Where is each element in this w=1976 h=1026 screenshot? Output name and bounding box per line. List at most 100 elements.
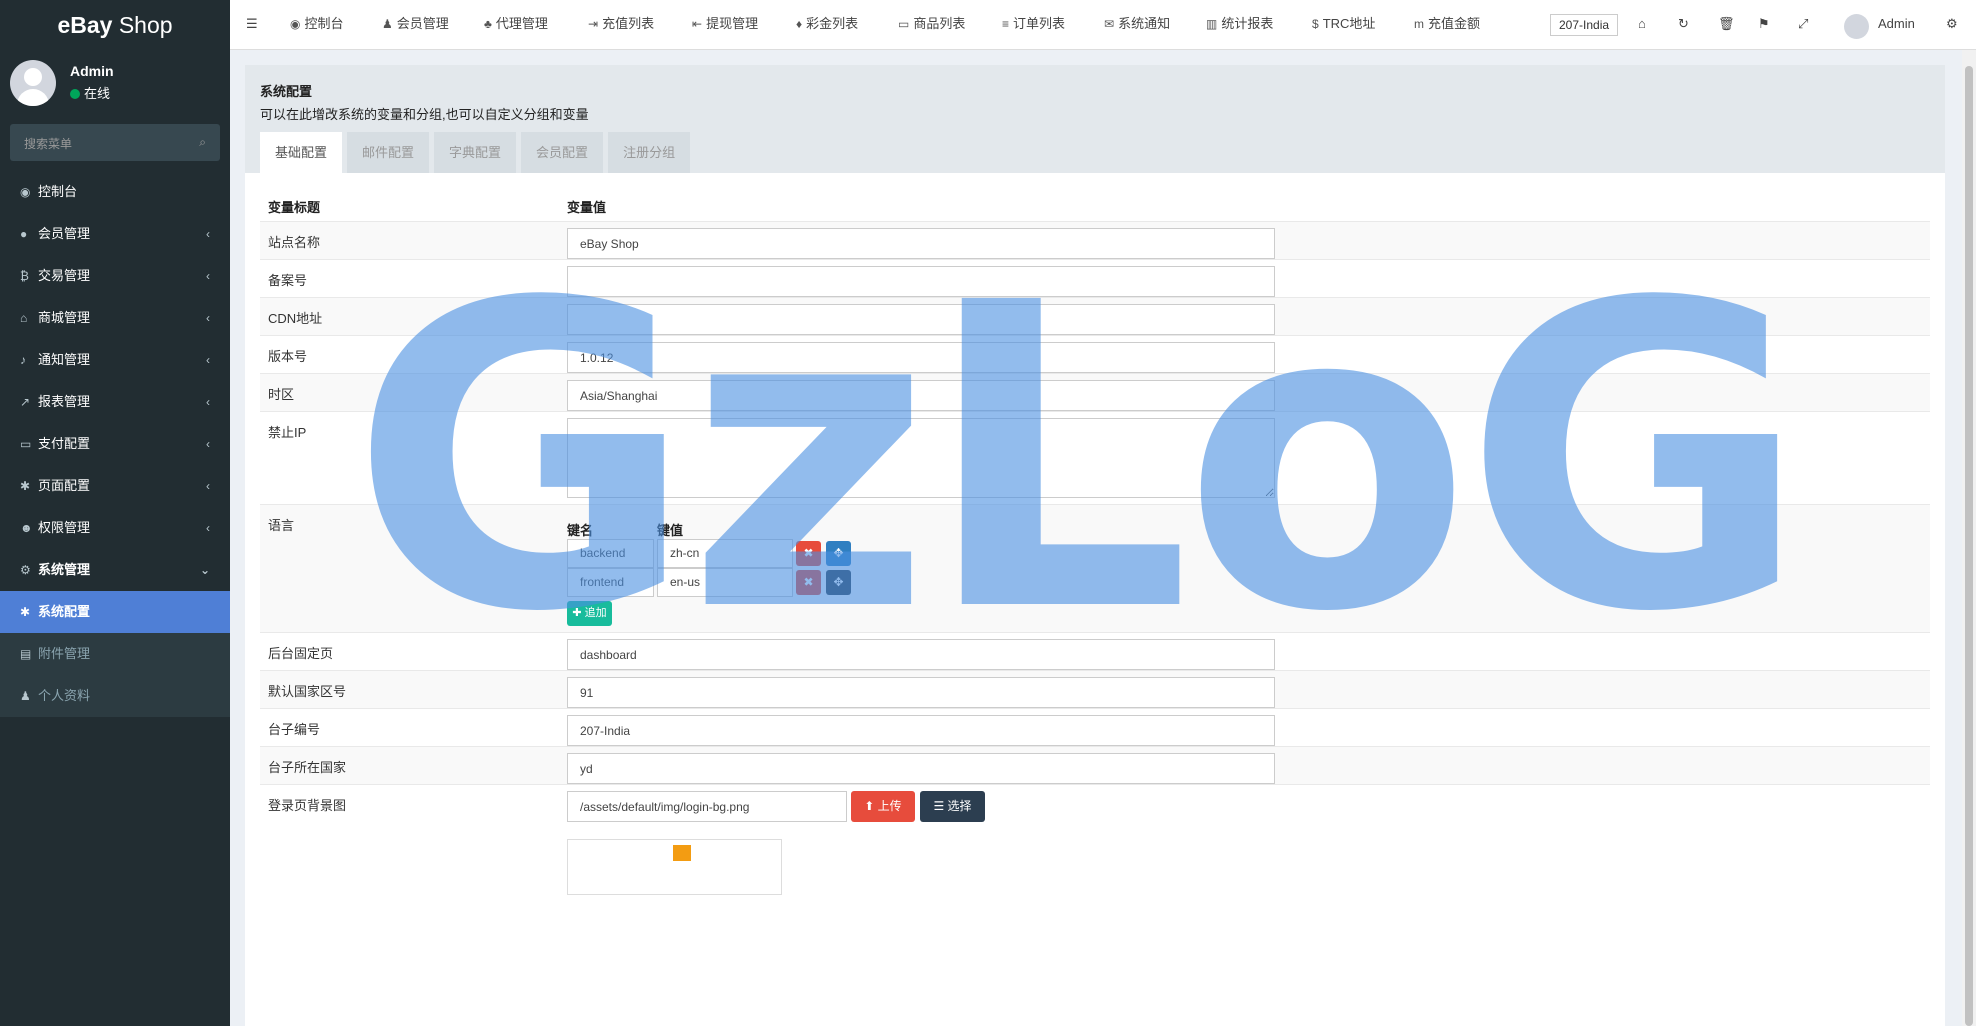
tab-dictionary[interactable]: 字典配置 — [434, 132, 517, 173]
topnav-trc[interactable]: $ TRC地址 — [1312, 0, 1375, 50]
search-icon[interactable]: ⌕ — [199, 135, 206, 150]
timezone-input[interactable] — [567, 380, 1275, 411]
sidebar-item-mall[interactable]: ⌂ 商城管理 ‹ — [0, 297, 230, 339]
sidebar-search-input[interactable]: 搜索菜单 ⌕ — [10, 124, 220, 161]
user-icon: ♟ — [20, 689, 31, 703]
table-row: 语言 键名 键值 ✖ ✥ ✖ ✥ ✚ 追加 — [260, 504, 1930, 632]
desktop-icon: ▭ — [898, 17, 910, 31]
tab-basic[interactable]: 基础配置 — [260, 132, 343, 173]
append-button[interactable]: ✚ 追加 — [567, 601, 612, 626]
table-row: 禁止IP — [260, 411, 1930, 504]
home-icon: ⌂ — [20, 311, 28, 325]
avatar — [10, 60, 56, 106]
table-header: 变量标题 变量值 — [260, 183, 1930, 221]
fixed-page-input[interactable] — [567, 639, 1275, 670]
user-icon: ♟ — [382, 17, 393, 31]
menu-toggle-icon[interactable]: ☰ — [246, 0, 258, 50]
fullscreen-icon[interactable]: ⤢ — [1798, 0, 1808, 50]
table-row: 台子编号 — [260, 708, 1930, 746]
language-icon[interactable]: ⚑ — [1758, 0, 1770, 50]
table-row: 后台固定页 — [260, 632, 1930, 670]
table-row: 版本号 — [260, 335, 1930, 373]
topnav-products[interactable]: ▭ 商品列表 — [898, 0, 965, 50]
config-tabs: 基础配置 邮件配置 字典配置 会员配置 注册分组 — [260, 132, 695, 173]
sidebar-item-notify[interactable]: ♪ 通知管理 ‹ — [0, 339, 230, 381]
tab-register-group[interactable]: 注册分组 — [608, 132, 691, 173]
column-title: 变量标题 — [268, 200, 321, 215]
tab-email[interactable]: 邮件配置 — [347, 132, 430, 173]
site-name-input[interactable] — [567, 228, 1275, 259]
remove-row-button[interactable]: ✖ — [796, 541, 821, 566]
topnav-stats[interactable]: ▥ 统计报表 — [1206, 0, 1273, 50]
table-row: 默认国家区号 — [260, 670, 1930, 708]
topnav-bonus[interactable]: ♦ 彩金列表 — [796, 0, 858, 50]
tab-member[interactable]: 会员配置 — [521, 132, 604, 173]
upload-button[interactable]: ⬆ 上传 — [851, 791, 915, 822]
topnav-agents[interactable]: ♣ 代理管理 — [484, 0, 548, 50]
topnav-dashboard[interactable]: ◉ 控制台 — [290, 0, 344, 50]
sidebar-item-profile[interactable]: ♟ 个人资料 — [0, 675, 230, 717]
sidebar-item-system[interactable]: ⚙ 系统管理 ⌄ — [0, 549, 230, 591]
top-user-name[interactable]: Admin — [1878, 0, 1915, 50]
dashboard-icon: ◉ — [290, 17, 301, 31]
refresh-icon[interactable]: ↻ — [1678, 0, 1689, 50]
topnav-members[interactable]: ♟ 会员管理 — [382, 0, 449, 50]
table-row: 台子所在国家 — [260, 746, 1930, 784]
sidebar-item-trades[interactable]: ₿ 交易管理 ‹ — [0, 255, 230, 297]
table-row: 时区 — [260, 373, 1930, 411]
line-chart-icon: ↗ — [20, 395, 31, 409]
gear-icon: ✱ — [20, 479, 31, 493]
sidebar-item-members[interactable]: ● 会员管理 ‹ — [0, 213, 230, 255]
topnav-amounts[interactable]: m 充值金额 — [1414, 0, 1480, 50]
lang-key-input[interactable] — [567, 539, 654, 568]
chevron-left-icon: ‹ — [206, 353, 210, 367]
site-tag[interactable]: 207-India — [1550, 14, 1619, 36]
scrollbar-thumb[interactable] — [1965, 66, 1973, 1026]
lang-key-input[interactable] — [567, 568, 654, 597]
sidebar-item-reports[interactable]: ↗ 报表管理 ‹ — [0, 381, 230, 423]
banned-ip-textarea[interactable] — [567, 418, 1275, 498]
sidebar-item-pages[interactable]: ✱ 页面配置 ‹ — [0, 465, 230, 507]
settings-icon[interactable]: ⚙ — [1946, 0, 1958, 50]
lang-value-input[interactable] — [657, 568, 793, 597]
icp-input[interactable] — [567, 266, 1275, 297]
sidebar-menu: ◉ 控制台 ● 会员管理 ‹ ₿ 交易管理 ‹ ⌂ 商城管理 ‹ ♪ 通知管理 ‹ ↗ 报表管理 ‹ … — [0, 171, 230, 717]
topnav-notices[interactable]: ✉ 系统通知 — [1104, 0, 1170, 50]
sidebar-item-permissions[interactable]: ☻ 权限管理 ‹ — [0, 507, 230, 549]
sitemap-icon: ♣ — [484, 17, 492, 31]
sidebar: eBay Shop Admin 在线 搜索菜单 ⌕ ◉ 控制台 ● 会员管理 ‹ ₿ 交… — [0, 0, 230, 1026]
country-code-input[interactable] — [567, 677, 1275, 708]
move-handle-icon[interactable]: ✥ — [826, 570, 851, 595]
platform-id-input[interactable] — [567, 715, 1275, 746]
dollar-icon: $ — [1312, 17, 1319, 31]
sidebar-item-payment[interactable]: ▭ 支付配置 ‹ — [0, 423, 230, 465]
lang-value-input[interactable] — [657, 539, 793, 568]
version-input[interactable] — [567, 342, 1275, 373]
image-preview[interactable] — [567, 839, 782, 895]
chevron-left-icon: ‹ — [206, 269, 210, 283]
topnav-recharge[interactable]: ⇥ 充值列表 — [588, 0, 654, 50]
platform-country-input[interactable] — [567, 753, 1275, 784]
topnav-withdraw[interactable]: ⇤ 提现管理 — [692, 0, 758, 50]
sidebar-item-system-config[interactable]: ✱ 系统配置 — [0, 591, 230, 633]
chevron-left-icon: ‹ — [206, 227, 210, 241]
remove-row-button[interactable]: ✖ — [796, 570, 821, 595]
credit-card-icon: ▭ — [20, 437, 32, 451]
sidebar-item-attachments[interactable]: ▤ 附件管理 — [0, 633, 230, 675]
value-header: 键值 — [657, 523, 684, 538]
avatar[interactable] — [1844, 14, 1869, 39]
choose-button[interactable]: ☰ 选择 — [920, 791, 985, 822]
sidebar-item-dashboard[interactable]: ◉ 控制台 — [0, 171, 230, 213]
sign-in-icon: ⇥ — [588, 17, 599, 31]
topnav-orders[interactable]: ≡ 订单列表 — [1002, 0, 1065, 50]
move-handle-icon[interactable]: ✥ — [826, 541, 851, 566]
login-bg-input[interactable] — [567, 791, 847, 822]
scrollbar[interactable] — [1962, 50, 1976, 1026]
cdn-input[interactable] — [567, 304, 1275, 335]
user-status: 在线 — [70, 83, 110, 102]
chevron-left-icon: ‹ — [206, 521, 210, 535]
user-circle-icon: ● — [20, 227, 28, 241]
home-icon[interactable]: ⌂ — [1638, 0, 1646, 50]
trash-icon[interactable]: 🗑 — [1718, 0, 1735, 50]
brand-logo[interactable]: eBay Shop — [0, 0, 230, 50]
